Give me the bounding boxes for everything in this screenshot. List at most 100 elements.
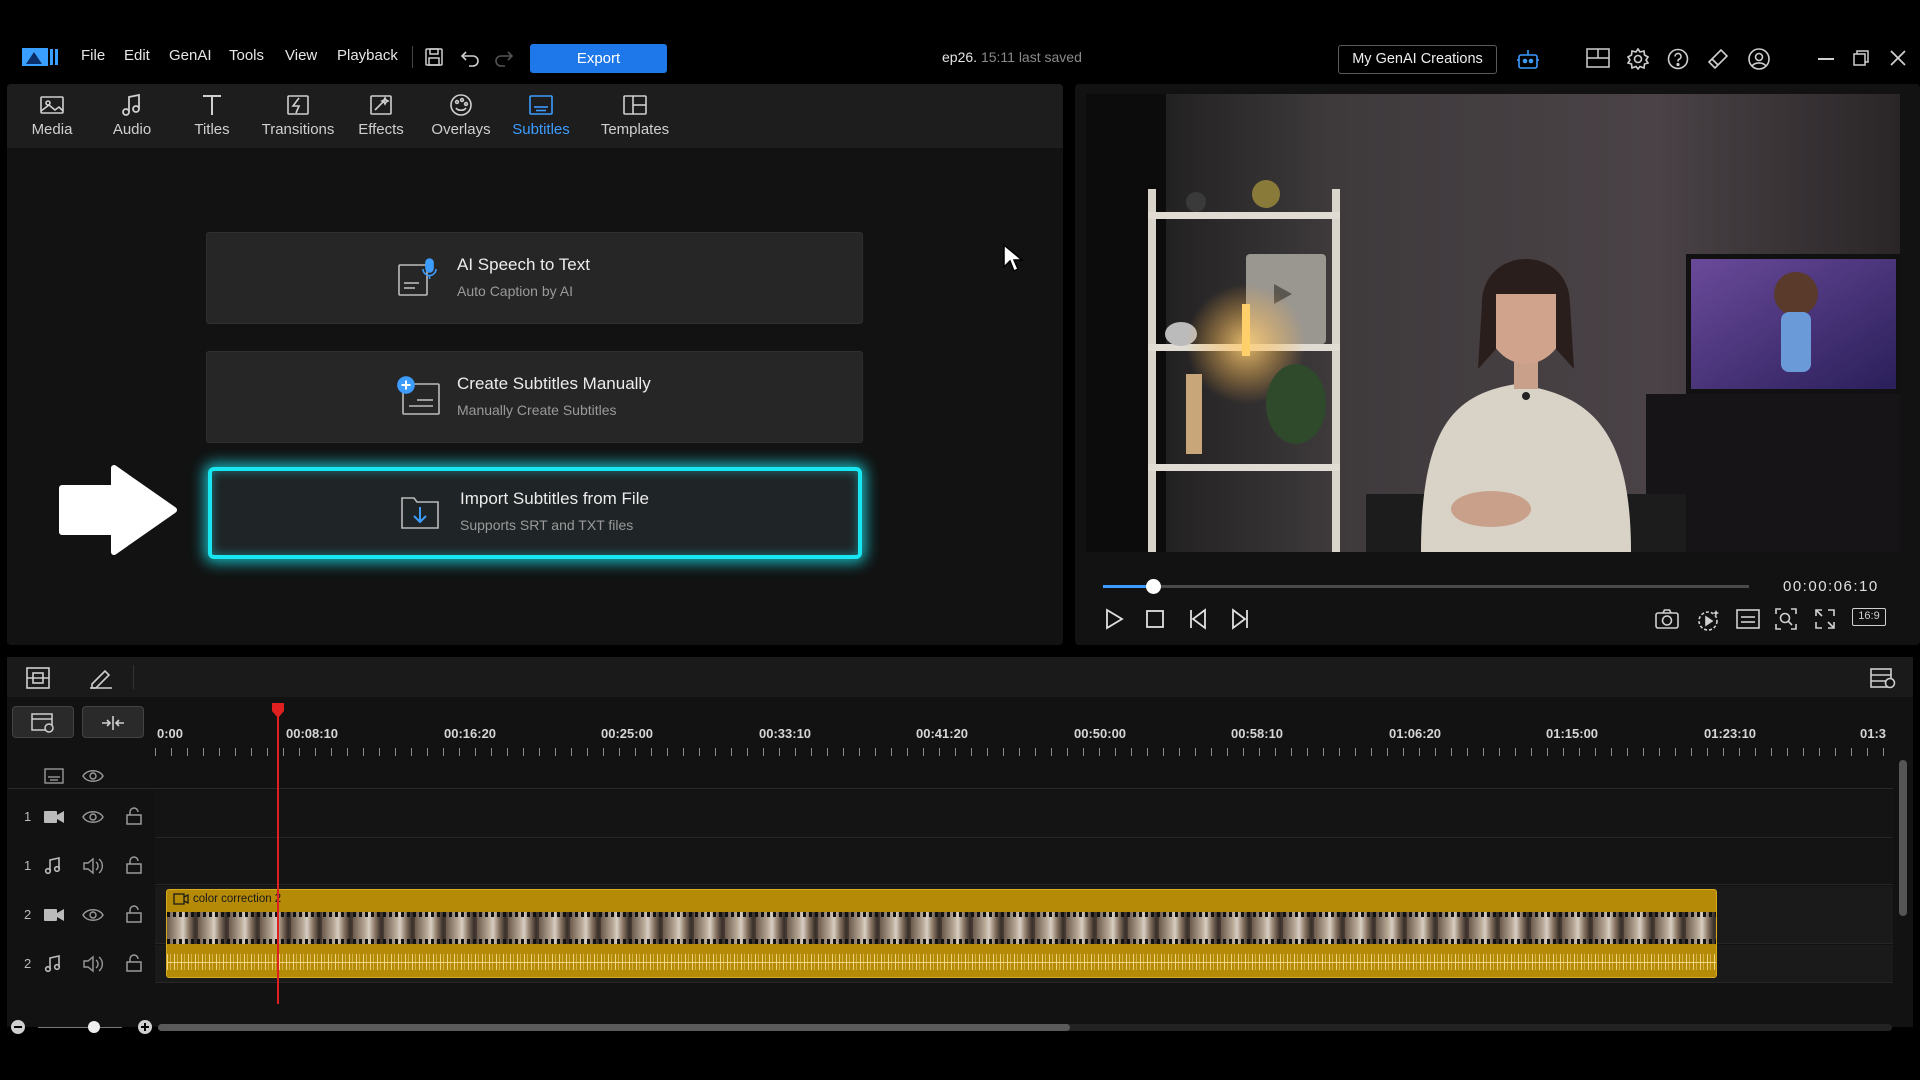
- tab-media[interactable]: Media: [12, 84, 92, 148]
- card-title: Create Subtitles Manually: [457, 374, 651, 393]
- create-subtitles-manually-card[interactable]: Create Subtitles Manually Manually Creat…: [206, 351, 863, 443]
- snapshot-camera-icon[interactable]: [1655, 609, 1679, 629]
- export-button[interactable]: Export: [530, 44, 667, 73]
- account-icon[interactable]: [1747, 47, 1771, 71]
- settings-gear-icon[interactable]: [1627, 48, 1649, 70]
- menu-playback[interactable]: Playback: [337, 47, 398, 64]
- tab-label: Transitions: [261, 121, 335, 138]
- menu-genai[interactable]: GenAI: [169, 47, 212, 64]
- ruler-label: 01:23:10: [1704, 726, 1757, 741]
- edit-pen-icon[interactable]: [88, 667, 114, 689]
- timeline-vertical-scrollbar[interactable]: [1899, 760, 1907, 916]
- zoom-out-icon[interactable]: [10, 1019, 26, 1035]
- minimize-icon[interactable]: [1818, 58, 1834, 60]
- tab-transitions[interactable]: Transitions: [252, 84, 344, 148]
- add-subtitle-icon: [397, 376, 440, 416]
- menu-tools[interactable]: Tools: [229, 47, 264, 64]
- zoom-in-icon[interactable]: [137, 1019, 153, 1035]
- tab-label: Overlays: [431, 121, 491, 138]
- tab-label: Media: [31, 121, 73, 138]
- zoom-slider-track[interactable]: [38, 1027, 122, 1028]
- track-number: 2: [24, 956, 32, 971]
- redo-icon[interactable]: [494, 47, 514, 67]
- menu-view[interactable]: View: [285, 47, 317, 64]
- play-icon[interactable]: [1104, 608, 1124, 630]
- track-number: 1: [24, 858, 32, 873]
- ruler-label: 01:3: [1860, 726, 1887, 741]
- playhead-line: [277, 716, 279, 1004]
- media-icon: [38, 93, 66, 119]
- track-video-1[interactable]: [155, 790, 1893, 838]
- video-clip[interactable]: color correction 2: [166, 889, 1717, 978]
- timeline-mode-icon[interactable]: [26, 667, 50, 689]
- eye-icon[interactable]: [82, 907, 104, 923]
- music-note-icon: [118, 93, 146, 119]
- fullscreen-icon[interactable]: [1814, 608, 1836, 630]
- fit-timeline-button[interactable]: [82, 706, 144, 738]
- timeline-settings-icon[interactable]: [1870, 666, 1896, 690]
- subtitle-toggle-icon[interactable]: [1736, 609, 1760, 629]
- zoom-icon[interactable]: [1775, 608, 1797, 630]
- track-audio-1[interactable]: [155, 839, 1893, 885]
- subtitle-track-icon: [44, 768, 64, 784]
- track-header-subtitle: [8, 756, 153, 796]
- music-note-icon: [44, 955, 62, 973]
- templates-icon: [621, 93, 649, 119]
- ruler-label: 00:58:10: [1231, 726, 1284, 741]
- clip-audio-waveform: [167, 946, 1716, 977]
- close-icon[interactable]: [1890, 50, 1906, 66]
- card-title: AI Speech to Text: [457, 255, 590, 274]
- app-logo[interactable]: [22, 46, 58, 68]
- eye-icon[interactable]: [82, 809, 104, 825]
- preview-progress-knob[interactable]: [1145, 579, 1161, 594]
- stop-icon[interactable]: [1146, 610, 1164, 628]
- lock-icon[interactable]: [126, 807, 142, 825]
- clip-name: color correction 2: [193, 893, 282, 905]
- next-frame-icon[interactable]: [1228, 608, 1250, 630]
- tab-subtitles[interactable]: Subtitles: [501, 84, 581, 148]
- tab-effects[interactable]: Effects: [341, 84, 421, 148]
- speech-to-text-icon: [397, 257, 437, 297]
- zoom-slider-knob[interactable]: [88, 1021, 100, 1033]
- my-genai-creations-button[interactable]: My GenAI Creations: [1338, 45, 1497, 74]
- lock-icon[interactable]: [126, 905, 142, 923]
- speaker-icon[interactable]: [82, 857, 104, 875]
- effects-icon: [367, 93, 395, 119]
- tab-titles[interactable]: Titles: [172, 84, 252, 148]
- video-preview[interactable]: [1086, 94, 1900, 552]
- tab-label: Subtitles: [512, 121, 570, 138]
- help-icon[interactable]: [1667, 48, 1689, 70]
- tab-audio[interactable]: Audio: [92, 84, 172, 148]
- import-subtitles-from-file-card[interactable]: Import Subtitles from File Supports SRT …: [208, 467, 862, 559]
- preview-progress-track[interactable]: [1103, 585, 1749, 588]
- tab-label: Effects: [358, 121, 404, 138]
- lock-icon[interactable]: [126, 856, 142, 874]
- library-tab-bar: Media Audio Titles Transitions Effects O…: [7, 84, 1063, 148]
- layout-icon[interactable]: [1586, 48, 1610, 68]
- card-subtitle: Manually Create Subtitles: [457, 402, 617, 418]
- notification-icon[interactable]: [1706, 47, 1730, 71]
- undo-icon[interactable]: [460, 47, 480, 67]
- tab-label: Titles: [194, 121, 230, 138]
- menu-file[interactable]: File: [81, 47, 105, 64]
- ruler-label: 0:00: [157, 726, 184, 741]
- timeline-horizontal-scroll-track[interactable]: [158, 1024, 1892, 1031]
- subtitles-icon: [527, 93, 555, 119]
- tab-templates[interactable]: Templates: [587, 84, 683, 148]
- ai-speech-to-text-card[interactable]: AI Speech to Text Auto Caption by AI: [206, 232, 863, 324]
- restore-icon[interactable]: [1853, 50, 1869, 66]
- timeline-horizontal-scroll-thumb[interactable]: [158, 1024, 1070, 1031]
- eye-icon[interactable]: [82, 768, 104, 784]
- menu-edit[interactable]: Edit: [124, 47, 150, 64]
- previous-frame-icon[interactable]: [1188, 608, 1210, 630]
- track-manager-button[interactable]: [12, 706, 74, 738]
- speaker-icon[interactable]: [82, 955, 104, 973]
- lock-icon[interactable]: [126, 954, 142, 972]
- save-icon[interactable]: [424, 47, 444, 67]
- aspect-ratio-button[interactable]: 16:9: [1852, 608, 1886, 626]
- ai-assistant-icon[interactable]: [1516, 47, 1540, 71]
- ruler-label: 00:08:10: [286, 726, 339, 741]
- tab-overlays[interactable]: Overlays: [421, 84, 501, 148]
- ruler-ticks: [155, 744, 1893, 764]
- render-preview-icon[interactable]: [1696, 608, 1722, 632]
